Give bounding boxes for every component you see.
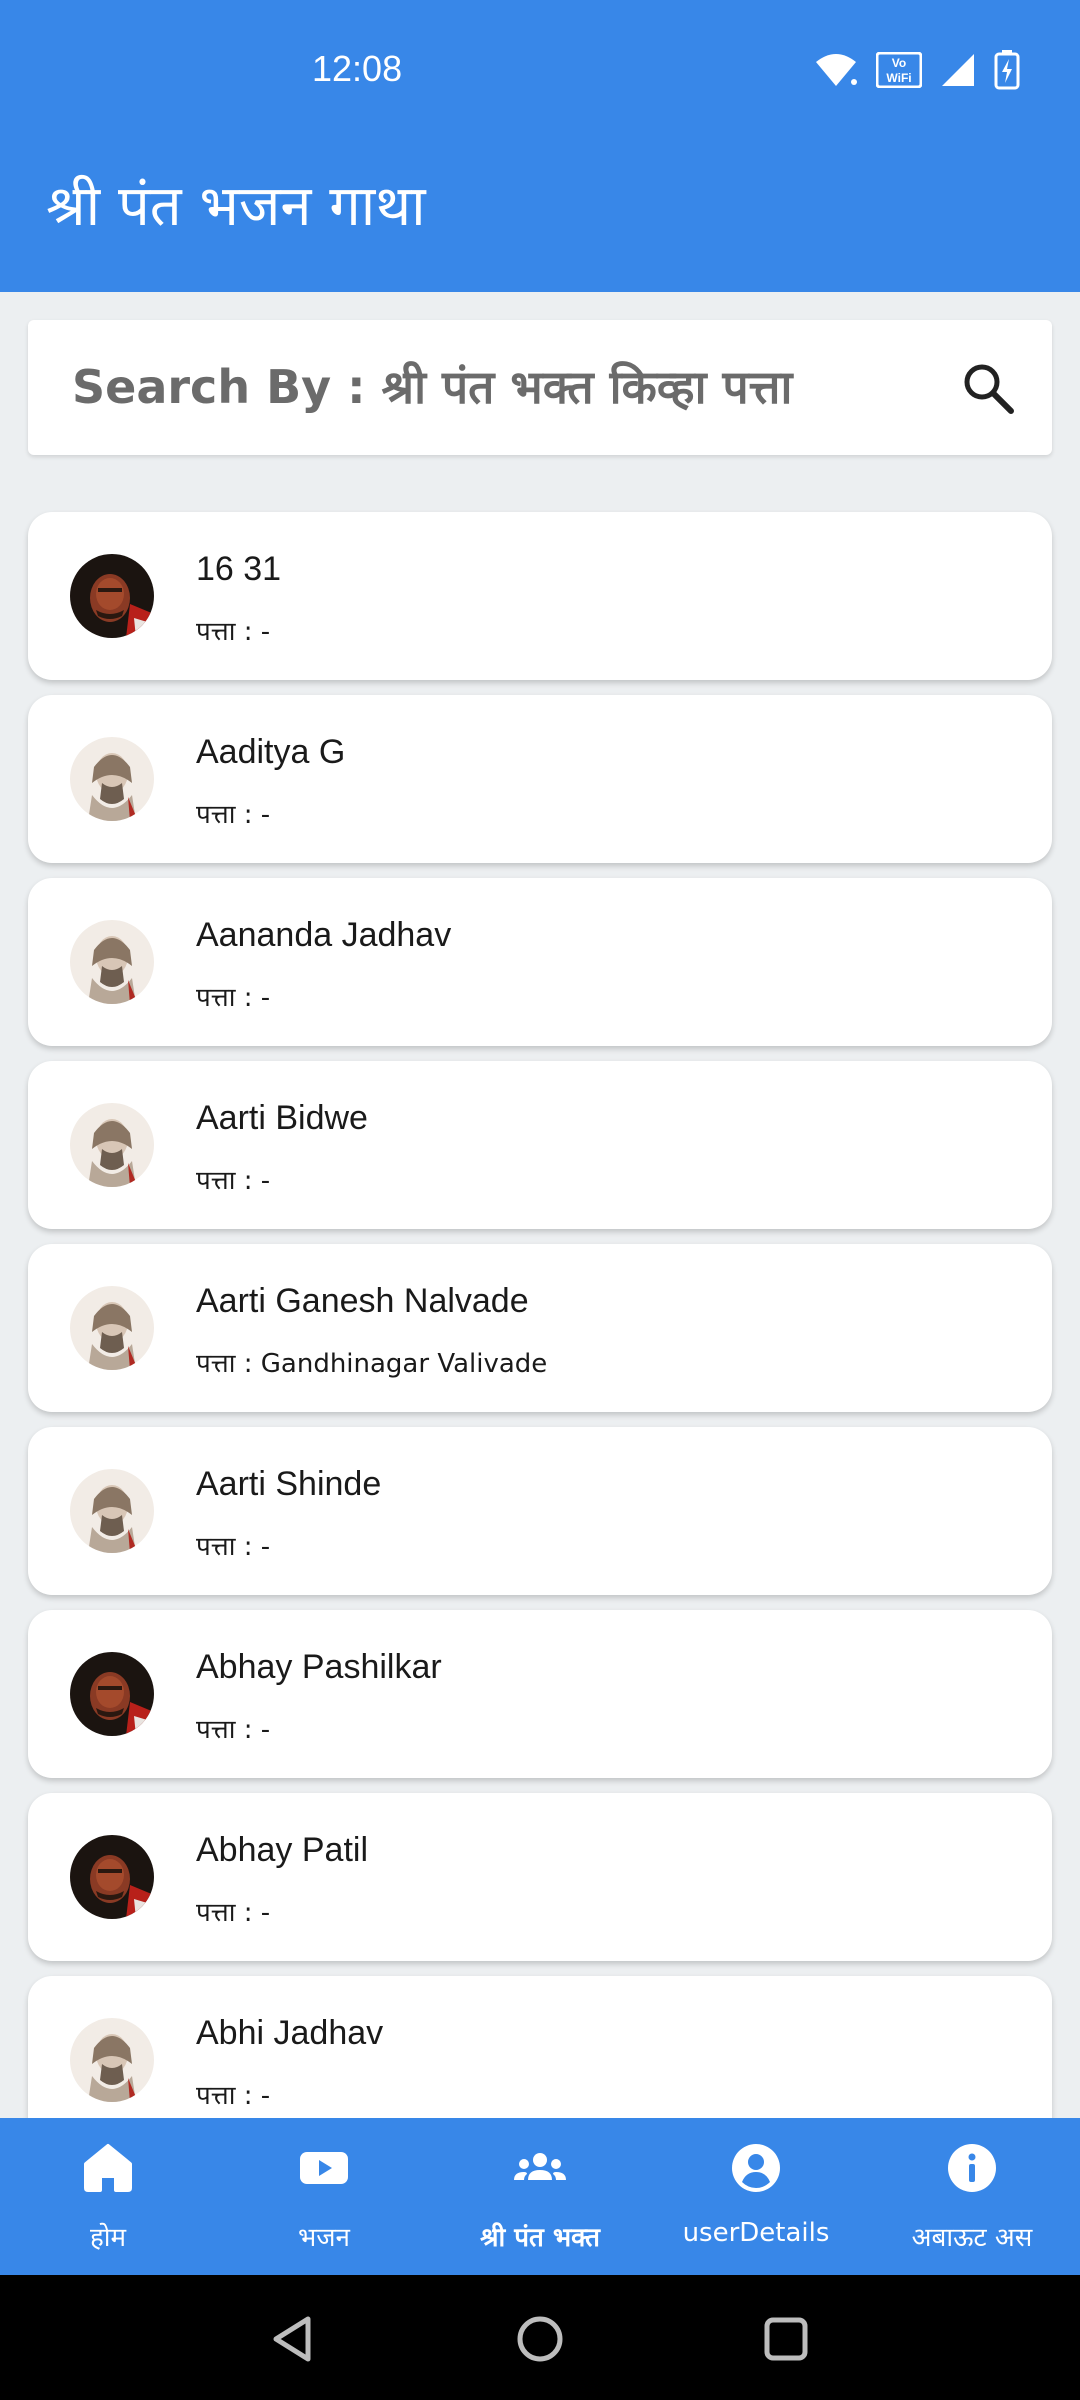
- app-bar: श्री पंत भजन गाथा: [0, 140, 1080, 292]
- nav-bhajan-label: भजन: [297, 2223, 350, 2253]
- list-item-address: पत्ता : Gandhinagar Valivade: [196, 1349, 548, 1379]
- avatar: [70, 1652, 154, 1736]
- avatar: [70, 554, 154, 638]
- status-bar: 12:08 Vo WiFi: [0, 0, 1080, 140]
- list-item-address: पत्ता : -: [196, 800, 271, 830]
- list-item[interactable]: Aarti Ganesh Nalvade पत्ता : Gandhinagar …: [28, 1244, 1052, 1412]
- system-nav-bar: [0, 2275, 1080, 2400]
- home-icon: [80, 2140, 136, 2196]
- list-item[interactable]: 16 31 पत्ता : -: [28, 512, 1052, 680]
- devotee-list[interactable]: 16 31 पत्ता : - Aaditya G पत्ता : - Aanand…: [0, 510, 1080, 2118]
- list-item-name: Abhi Jadhav: [196, 2014, 384, 2052]
- list-item[interactable]: Abhay Patil पत्ता : -: [28, 1793, 1052, 1961]
- list-item[interactable]: Aananda Jadhav पत्ता : -: [28, 878, 1052, 1046]
- vowifi-icon: Vo WiFi: [876, 52, 922, 88]
- account-icon: [728, 2140, 784, 2196]
- search-bar[interactable]: [28, 320, 1052, 455]
- svg-text:Vo: Vo: [892, 56, 906, 70]
- status-icons: Vo WiFi: [814, 50, 1020, 90]
- nav-home[interactable]: होम: [0, 2118, 216, 2275]
- info-icon: [944, 2140, 1000, 2196]
- search-icon[interactable]: [960, 360, 1016, 416]
- status-time: 12:08: [312, 48, 403, 89]
- nav-about-label: अबाऊट अस: [911, 2223, 1033, 2253]
- nav-user-details-label: userDetails: [682, 2218, 830, 2248]
- list-item[interactable]: Aarti Shinde पत्ता : -: [28, 1427, 1052, 1595]
- list-item-address: पत्ता : -: [196, 2081, 271, 2111]
- list-item-address: पत्ता : -: [196, 617, 271, 647]
- nav-about[interactable]: अबाऊट अस: [864, 2118, 1080, 2275]
- avatar: [70, 2018, 154, 2102]
- list-item-name: Aaditya G: [196, 733, 346, 771]
- signal-icon: [940, 52, 976, 88]
- list-item-name: Aarti Bidwe: [196, 1099, 368, 1137]
- bottom-nav: होम भजन श्री पंत भक्त userDetails अबाऊट …: [0, 2118, 1080, 2275]
- play-video-icon: [296, 2140, 352, 2196]
- page-title: श्री पंत भजन गाथा: [46, 174, 426, 239]
- list-item-address: पत्ता : -: [196, 1166, 271, 1196]
- list-item[interactable]: Aaditya G पत्ता : -: [28, 695, 1052, 863]
- search-input[interactable]: [72, 354, 932, 420]
- nav-home-label: होम: [89, 2223, 127, 2253]
- back-icon[interactable]: [264, 2311, 320, 2367]
- avatar: [70, 1103, 154, 1187]
- nav-devotees-label: श्री पंत भक्त: [480, 2223, 600, 2253]
- svg-text:WiFi: WiFi: [886, 71, 911, 85]
- avatar: [70, 737, 154, 821]
- list-item[interactable]: Aarti Bidwe पत्ता : -: [28, 1061, 1052, 1229]
- avatar: [70, 920, 154, 1004]
- list-item-name: Aananda Jadhav: [196, 916, 452, 954]
- nav-bhajan[interactable]: भजन: [216, 2118, 432, 2275]
- list-item-address: पत्ता : -: [196, 1898, 271, 1928]
- avatar: [70, 1286, 154, 1370]
- list-item-name: 16 31: [196, 550, 282, 588]
- group-icon: [512, 2140, 568, 2196]
- list-item[interactable]: Abhay Pashilkar पत्ता : -: [28, 1610, 1052, 1778]
- nav-user-details[interactable]: userDetails: [648, 2118, 864, 2275]
- list-item-address: पत्ता : -: [196, 1715, 271, 1745]
- avatar: [70, 1835, 154, 1919]
- list-item-name: Abhay Patil: [196, 1831, 368, 1869]
- list-item-name: Abhay Pashilkar: [196, 1648, 442, 1686]
- list-item-address: पत्ता : -: [196, 983, 271, 1013]
- list-item-address: पत्ता : -: [196, 1532, 271, 1562]
- list-item[interactable]: Abhi Jadhav पत्ता : -: [28, 1976, 1052, 2118]
- home-circle-icon[interactable]: [512, 2311, 568, 2367]
- battery-charging-icon: [994, 50, 1020, 90]
- avatar: [70, 1469, 154, 1553]
- wifi-icon: [814, 52, 858, 88]
- list-item-name: Aarti Shinde: [196, 1465, 382, 1503]
- recents-icon[interactable]: [758, 2311, 814, 2367]
- nav-devotees[interactable]: श्री पंत भक्त: [432, 2118, 648, 2275]
- list-item-name: Aarti Ganesh Nalvade: [196, 1282, 529, 1320]
